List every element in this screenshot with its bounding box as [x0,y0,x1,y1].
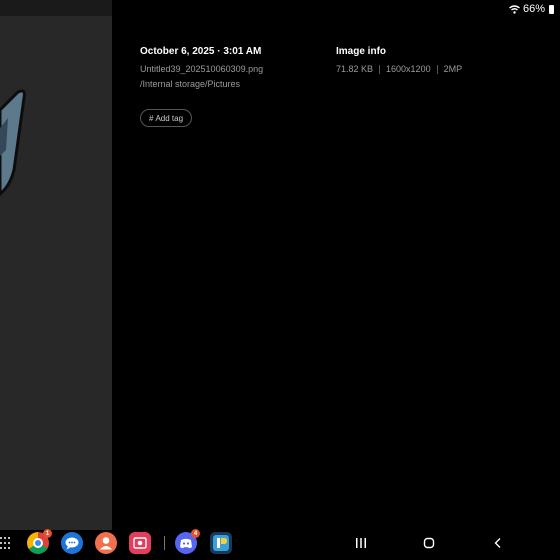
file-name: Untitled39_202510060309.png [140,64,264,74]
add-tag-button[interactable]: # Add tag [140,109,192,127]
file-path: /Internal storage/Pictures [140,79,241,89]
add-tag-label: Add tag [155,113,184,123]
contacts-app-icon[interactable] [95,532,117,554]
image-info-details: 71.82 KB 1600x1200 2MP [336,64,462,74]
megapixels: 2MP [443,64,463,74]
wifi-icon [509,4,520,14]
separator [379,64,381,74]
battery-percentage: 66% [522,3,545,15]
paint-icon [213,535,229,551]
notification-badge: 4 [191,529,200,538]
image-info-title: Image info [336,46,387,57]
chat-bubble-icon [65,537,79,550]
home-icon [423,537,435,549]
back-button[interactable] [491,535,505,551]
home-button[interactable] [422,535,436,551]
status-bar: 66% [509,2,554,16]
date-time: October 6, 2025 · 3:01 AM [140,46,262,57]
drawing-preview [0,89,26,196]
notification-badge: 1 [43,529,52,538]
recents-icon [356,538,366,548]
resolution: 1600x1200 [386,64,431,74]
separator [436,64,438,74]
battery-icon [549,4,554,14]
recorder-icon [133,537,147,549]
app-drawer-icon[interactable] [0,537,12,551]
discord-app-icon[interactable]: 4 [175,529,200,554]
back-icon [494,538,501,548]
chrome-app-icon[interactable]: 1 [27,529,52,554]
image-preview[interactable] [0,0,112,530]
recent-apps-button[interactable] [354,535,368,551]
ibis-paint-app-icon[interactable] [210,532,232,554]
taskbar-divider [164,536,165,550]
taskbar [0,530,560,560]
screen-recorder-app-icon[interactable] [129,532,151,554]
file-size: 71.82 KB [336,64,374,74]
hash-icon: # [148,113,154,123]
messages-app-icon[interactable] [61,532,83,554]
person-icon [100,537,112,550]
